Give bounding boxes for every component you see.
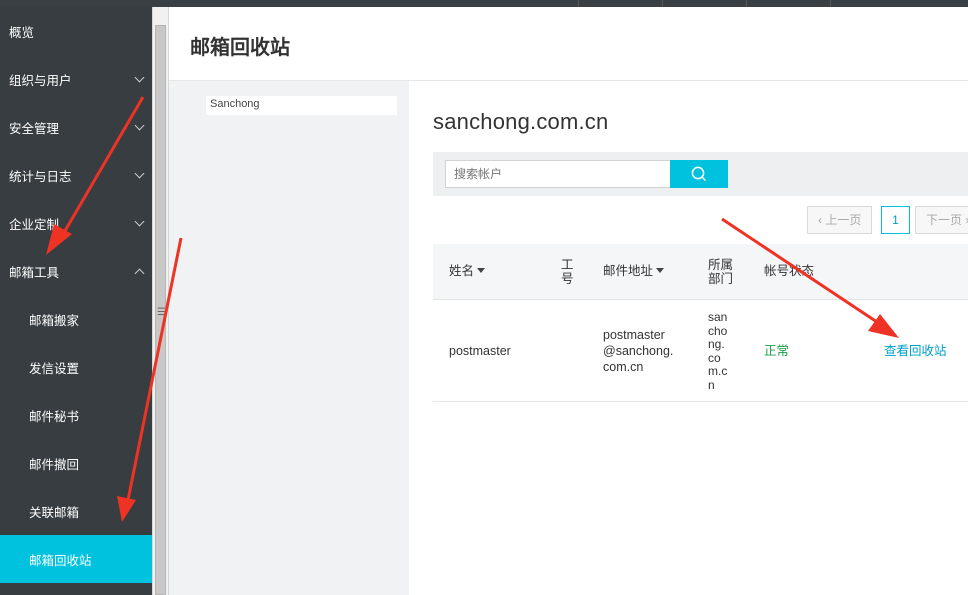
cell-email-line: postmaster	[603, 328, 665, 342]
grip-icon: ☰	[157, 307, 166, 318]
cell-dept-line: cho	[708, 323, 728, 338]
sidebar-item-label: 邮箱回收站	[29, 553, 92, 568]
cell-dept-line: co	[708, 350, 721, 365]
column-header-name[interactable]: 姓名	[449, 264, 486, 278]
chevron-down-icon	[134, 168, 145, 179]
column-header-label: 工	[561, 258, 574, 272]
sidebar-scrollbar[interactable]: ☰	[152, 7, 169, 595]
sidebar-item-customization[interactable]: 企业定制	[0, 199, 152, 247]
column-header-label: 部门	[708, 272, 734, 286]
search-button[interactable]	[670, 160, 728, 188]
sidebar-item-linked-mailbox[interactable]: 关联邮箱	[0, 487, 152, 535]
search-icon	[691, 166, 707, 182]
cell-dept-line: ng.	[708, 337, 725, 351]
chevron-up-icon	[134, 268, 145, 279]
org-tree-panel: Sanchong	[169, 81, 409, 595]
sort-caret-icon	[477, 268, 486, 273]
sidebar-item-label: 企业定制	[9, 217, 60, 232]
column-header-email[interactable]: 邮件地址	[603, 264, 665, 278]
sidebar-item-mail-migration[interactable]: 邮箱搬家	[0, 295, 152, 343]
sidebar-item-label: 关联邮箱	[29, 505, 80, 520]
page-number-button[interactable]: 1	[881, 206, 910, 234]
cell-dept-line: san	[708, 310, 728, 324]
cell-email-line: @sanchong.	[603, 344, 674, 358]
cell-dept: san cho ng. co m.c n	[708, 310, 728, 392]
column-header-status: 帐号状态	[764, 264, 815, 278]
sidebar-item-label: 安全管理	[9, 121, 60, 136]
prev-page-button[interactable]: ‹ 上一页	[807, 206, 873, 234]
next-page-button[interactable]: 下一页 ›	[915, 206, 968, 234]
sidebar-item-mail-recall[interactable]: 邮件撤回	[0, 439, 152, 487]
sidebar-item-label: 统计与日志	[9, 169, 72, 184]
cell-dept-line: m.c	[708, 364, 728, 378]
table-header: 姓名 工号 邮件地址 所属 部门 帐号状态	[433, 244, 968, 300]
chevron-down-icon	[134, 216, 145, 227]
column-header-label: 邮件地址	[603, 264, 654, 278]
search-bar	[433, 152, 968, 196]
chevron-down-icon	[134, 72, 145, 83]
column-header-id: 工号	[561, 258, 574, 286]
sidebar-item-label: 邮箱工具	[9, 265, 60, 280]
sidebar-item-label: 邮箱搬家	[29, 313, 80, 328]
sidebar-item-label: 邮件秘书	[29, 409, 80, 424]
domain-title: sanchong.com.cn	[433, 109, 609, 134]
sidebar-item-label: 组织与用户	[9, 73, 72, 88]
search-input[interactable]	[445, 160, 671, 188]
view-recycle-bin-link[interactable]: 查看回收站	[884, 343, 947, 359]
cell-email-line: com.cn	[603, 360, 644, 374]
column-header-label: 号	[561, 272, 574, 286]
main-content: 邮箱回收站 Sanchong sanchong.com.cn ‹ 上一页 1 下…	[169, 7, 968, 595]
sidebar-item-label: 发信设置	[29, 361, 80, 376]
sort-caret-icon	[656, 268, 665, 273]
column-header-label: 所属	[708, 258, 734, 272]
sidebar-item-security[interactable]: 安全管理	[0, 103, 152, 151]
table-row: postmaster postmaster @sanchong. com.cn …	[433, 300, 968, 402]
sidebar-item-mail-secretary[interactable]: 邮件秘书	[0, 391, 152, 439]
sidebar-item-label: 邮件撤回	[29, 457, 80, 472]
chevron-down-icon	[134, 120, 145, 131]
org-tree-root[interactable]: Sanchong	[206, 96, 397, 115]
top-bar-divider	[746, 0, 747, 7]
cell-dept-line: n	[708, 377, 715, 392]
sidebar-item-overview[interactable]: 概览	[0, 7, 152, 55]
top-bar-divider	[662, 0, 663, 7]
sidebar-item-send-settings[interactable]: 发信设置	[0, 343, 152, 391]
cell-email: postmaster @sanchong. com.cn	[603, 327, 673, 375]
account-panel: sanchong.com.cn ‹ 上一页 1 下一页 › 姓名 工号 邮件地址…	[409, 81, 968, 595]
sidebar-item-stats-logs[interactable]: 统计与日志	[0, 151, 152, 199]
sidebar-item-mailbox-recycle-bin[interactable]: 邮箱回收站	[0, 535, 152, 583]
top-bar	[0, 0, 968, 7]
sidebar: 概览 组织与用户 安全管理 统计与日志 企业定制 邮箱工具 邮箱搬家 发信设置 …	[0, 7, 152, 595]
cell-name: postmaster	[449, 344, 511, 358]
sidebar-item-label: 概览	[9, 25, 35, 40]
sidebar-item-mail-tools[interactable]: 邮箱工具	[0, 247, 152, 295]
column-header-label: 姓名	[449, 264, 475, 278]
page-title: 邮箱回收站	[190, 37, 290, 59]
top-bar-divider	[830, 0, 831, 7]
top-bar-divider	[578, 0, 579, 7]
sidebar-item-org-users[interactable]: 组织与用户	[0, 55, 152, 103]
column-header-dept: 所属 部门	[708, 258, 733, 286]
status-badge: 正常	[764, 344, 790, 358]
